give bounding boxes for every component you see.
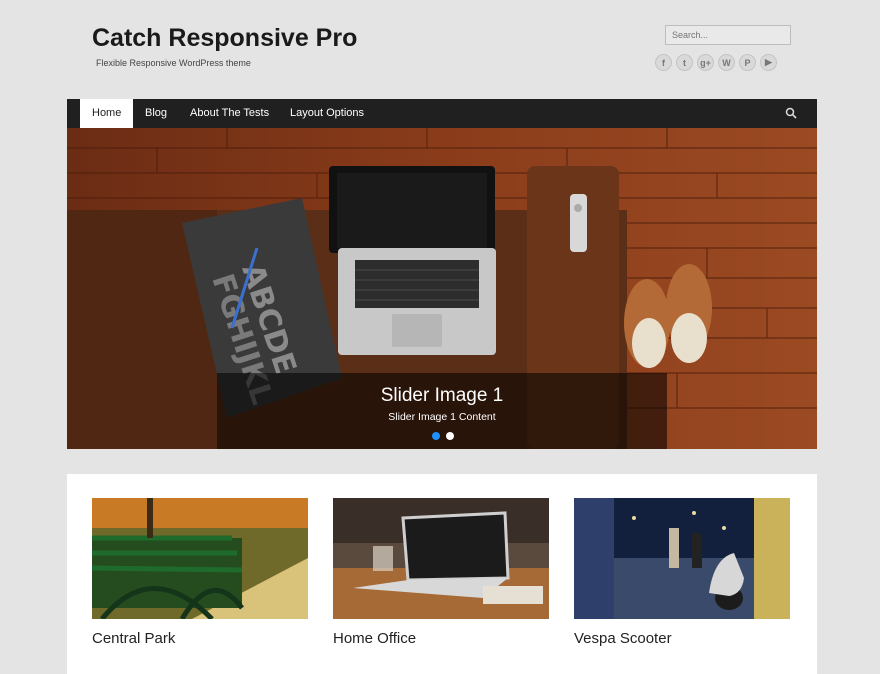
nav-item-layout-options[interactable]: Layout Options bbox=[290, 99, 364, 128]
header-search-input[interactable] bbox=[665, 25, 791, 45]
card-title[interactable]: Vespa Scooter bbox=[574, 630, 672, 647]
social-icons: f t g+ W P ▶ bbox=[655, 54, 777, 71]
site-description: Flexible Responsive WordPress theme bbox=[96, 58, 251, 68]
slider-pagination bbox=[432, 432, 454, 440]
site-title[interactable]: Catch Responsive Pro bbox=[92, 24, 357, 53]
youtube-icon[interactable]: ▶ bbox=[760, 54, 777, 71]
main-navigation: Home Blog About The Tests Layout Options bbox=[67, 99, 817, 128]
slider-title[interactable]: Slider Image 1 bbox=[217, 385, 667, 407]
facebook-icon[interactable]: f bbox=[655, 54, 672, 71]
home-office-thumbnail[interactable] bbox=[333, 498, 549, 619]
nav-item-about-the-tests[interactable]: About The Tests bbox=[190, 99, 269, 128]
featured-card[interactable]: Central Park bbox=[92, 498, 308, 647]
nav-item-blog[interactable]: Blog bbox=[145, 99, 167, 128]
twitter-icon[interactable]: t bbox=[676, 54, 693, 71]
wordpress-icon[interactable]: W bbox=[718, 54, 735, 71]
card-title[interactable]: Home Office bbox=[333, 630, 416, 647]
nav-item-home[interactable]: Home bbox=[80, 99, 134, 128]
slider-dot-2[interactable] bbox=[446, 432, 454, 440]
featured-content: Central Park Home Office Vespa Scooter bbox=[67, 474, 817, 674]
featured-card[interactable]: Home Office bbox=[333, 498, 549, 647]
card-title[interactable]: Central Park bbox=[92, 630, 175, 647]
vespa-scooter-thumbnail[interactable] bbox=[574, 498, 790, 619]
googleplus-icon[interactable]: g+ bbox=[697, 54, 714, 71]
slider-content: Slider Image 1 Content bbox=[388, 411, 496, 423]
search-icon[interactable] bbox=[785, 107, 797, 119]
featured-card[interactable]: Vespa Scooter bbox=[574, 498, 790, 647]
pinterest-icon[interactable]: P bbox=[739, 54, 756, 71]
central-park-thumbnail[interactable] bbox=[92, 498, 308, 619]
slider-dot-1[interactable] bbox=[432, 432, 440, 440]
